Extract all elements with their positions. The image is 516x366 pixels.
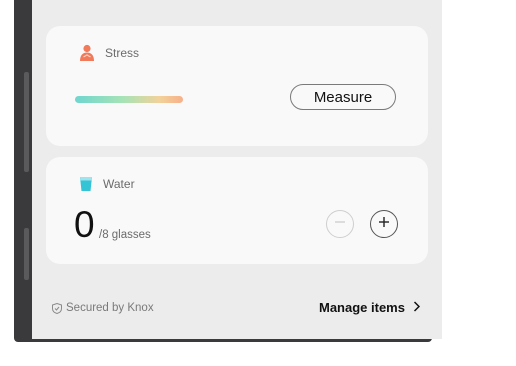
secured-by-knox: Secured by Knox: [52, 302, 154, 314]
phone-side-button: [24, 228, 29, 280]
increase-water-button[interactable]: [370, 210, 398, 238]
knox-shield-icon: [52, 302, 62, 314]
water-card-header: Water: [79, 176, 135, 192]
measure-button[interactable]: Measure: [290, 84, 396, 110]
minus-icon: [334, 215, 346, 233]
manage-items-label: Manage items: [319, 300, 405, 315]
water-glass-icon: [79, 176, 93, 192]
stress-card-header: Stress: [79, 44, 139, 62]
water-unit-label: /8 glasses: [99, 229, 151, 241]
stress-card-title: Stress: [105, 46, 140, 60]
chevron-right-icon: [413, 300, 421, 315]
phone-frame: Stress Measure Water 0 /8 glasses Secure…: [14, 0, 442, 342]
stress-gradient-bar: [75, 96, 183, 103]
water-card-title: Water: [103, 177, 135, 191]
screen: Stress Measure Water 0 /8 glasses Secure…: [32, 0, 442, 339]
phone-side-button: [24, 72, 29, 172]
manage-items-link[interactable]: Manage items: [319, 300, 421, 315]
water-card[interactable]: Water 0 /8 glasses: [46, 157, 428, 264]
secured-label: Secured by Knox: [66, 302, 154, 314]
plus-icon: [378, 215, 390, 233]
stress-card[interactable]: Stress Measure: [46, 26, 428, 146]
water-count: 0: [74, 204, 95, 245]
stress-person-icon: [79, 44, 95, 62]
decrease-water-button[interactable]: [326, 210, 354, 238]
